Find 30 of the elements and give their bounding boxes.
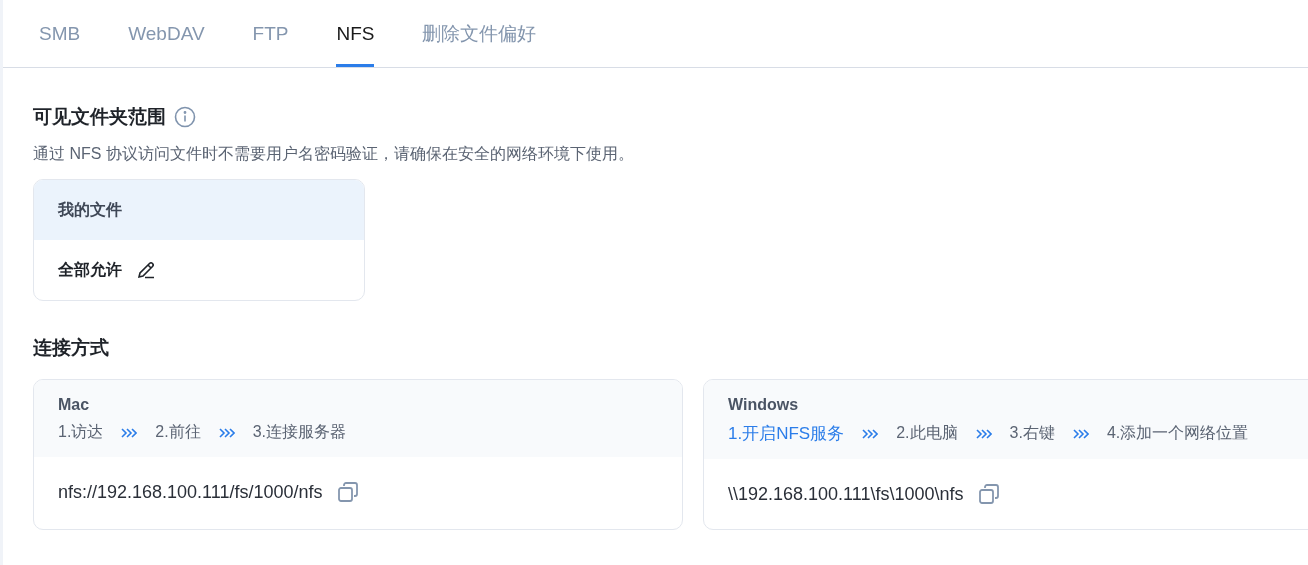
step-text: 1.访达 (58, 422, 104, 442)
section-title: 可见文件夹范围 (33, 105, 166, 129)
description: 通过 NFS 协议访问文件时不需要用户名密码验证，请确保在安全的网络环境下使用。 (33, 144, 635, 164)
tab[interactable]: SMB (39, 0, 81, 67)
info-icon[interactable] (174, 106, 196, 128)
folder-name: 我的文件 (58, 199, 122, 220)
tab[interactable]: FTP (252, 0, 289, 67)
tab[interactable]: WebDAV (128, 0, 205, 67)
step-text: 3.连接服务器 (252, 422, 347, 442)
os-name: Mac (58, 396, 91, 414)
chevrons-icon (121, 427, 138, 438)
step-text: 3.右键 (1009, 423, 1055, 443)
step-text: 2.前往 (155, 422, 201, 442)
chevrons-icon (218, 427, 235, 438)
copy-icon[interactable] (336, 481, 359, 503)
copy-icon[interactable] (977, 483, 1000, 505)
tab[interactable]: NFS (336, 0, 375, 67)
step-text: 2.此电脑 (896, 423, 958, 443)
chevrons-icon (1072, 428, 1089, 439)
os-name: Windows (728, 396, 800, 414)
address-text: nfs://192.168.100.111/fs/1000/nfs (58, 481, 323, 503)
chevrons-icon (862, 428, 879, 439)
step-text: 4.添加一个网络位置 (1106, 423, 1249, 443)
permission-label: 全部允许 (58, 259, 122, 280)
address-text: \\192.168.100.111\fs\1000\nfs (728, 483, 964, 505)
tab[interactable]: 删除文件偏好 (422, 0, 537, 67)
step-link[interactable]: 1.开启NFS服务 (728, 422, 845, 445)
section-title: 连接方式 (33, 336, 110, 360)
chevrons-icon (975, 428, 992, 439)
edit-icon[interactable] (136, 260, 156, 280)
